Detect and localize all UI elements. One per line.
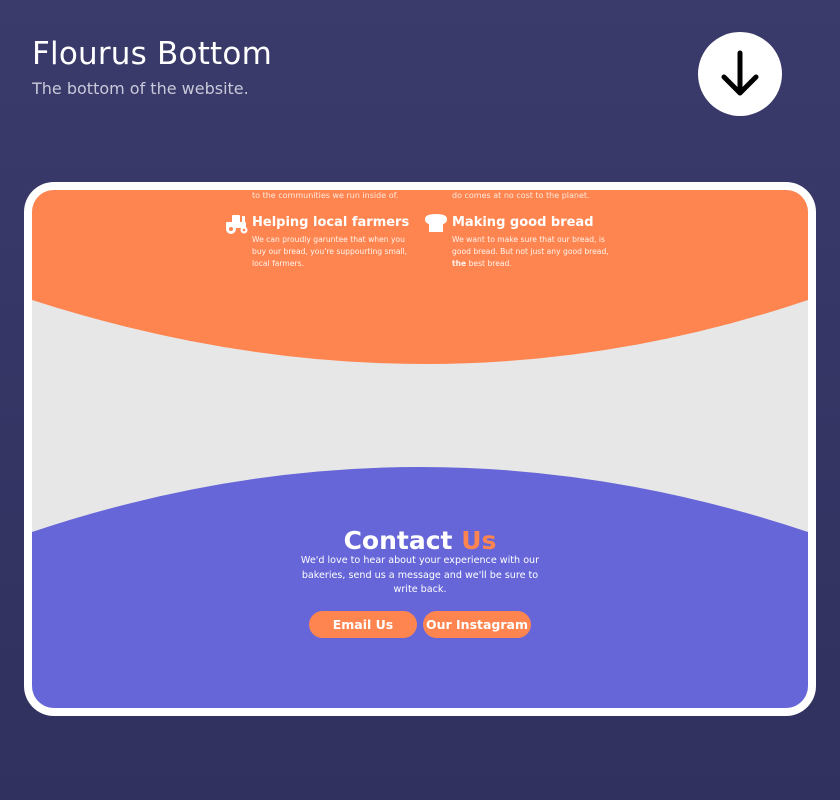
page-title: Flourus Bottom (32, 36, 272, 72)
bread-icon (425, 214, 447, 232)
contact-text: We'd love to hear about your experience … (300, 555, 540, 595)
feature-title-farmers: Helping local farmers (252, 215, 410, 230)
page: Flourus Bottom The bottom of the website… (0, 0, 840, 800)
website-preview: to the communities we run inside of. do … (32, 190, 808, 708)
arrow-down-icon (721, 50, 759, 96)
feature-cut-left: to the communities we run inside of. (252, 191, 399, 200)
feature-desc-bread: We want to make sure that our bread, is … (452, 234, 620, 270)
contact-title: Contact Us (32, 526, 808, 555)
feature-desc-farmers: We can proudly garuntee that when you bu… (252, 235, 408, 268)
download-button[interactable] (698, 32, 782, 116)
feature-title-bread: Making good bread (452, 215, 594, 230)
bread-desc-bold: the (452, 259, 467, 268)
feature-cut-right: do comes at no cost to the planet. (452, 191, 590, 200)
contact-title-main: Contact (343, 526, 453, 555)
preview-frame: to the communities we run inside of. do … (24, 182, 816, 716)
bread-desc-pre: We want to make sure that our bread, is … (452, 235, 609, 256)
wave-background (32, 190, 808, 708)
bread-desc-post: best bread. (468, 259, 512, 268)
email-us-button[interactable]: Email Us (309, 611, 417, 638)
instagram-button[interactable]: Our Instagram (423, 611, 531, 638)
page-subtitle: The bottom of the website. (32, 79, 249, 98)
tractor-icon (226, 215, 248, 234)
contact-title-accent: Us (461, 526, 497, 555)
